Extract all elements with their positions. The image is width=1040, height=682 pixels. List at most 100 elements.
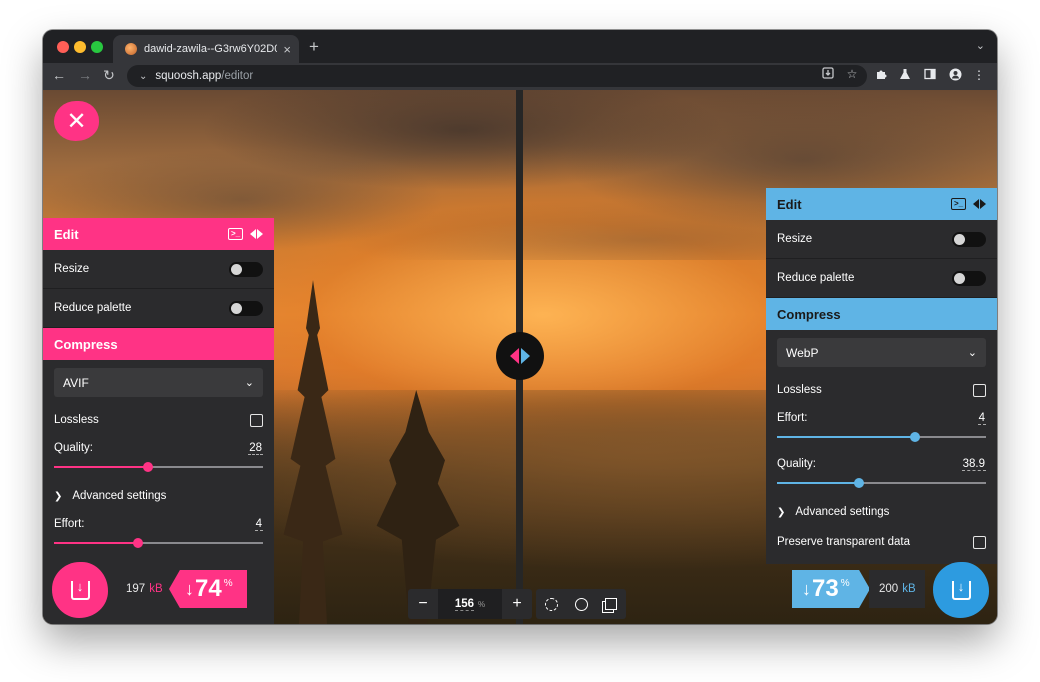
close-editor-button[interactable]: ✕ <box>54 101 99 141</box>
right-effort-control: Effort: 4 <box>766 405 997 451</box>
labs-flask-icon[interactable] <box>896 68 914 83</box>
terminal-icon[interactable]: >_ <box>951 198 966 210</box>
left-resize-label: Resize <box>54 263 90 275</box>
right-codec-value: WebP <box>786 345 819 360</box>
left-reduce-palette-row: Reduce palette <box>43 289 274 328</box>
profile-avatar-icon[interactable] <box>946 68 964 84</box>
tab-strip: dawid-zawila--G3rw6Y02D0-u × + ⌄ <box>43 30 997 63</box>
right-quality-slider[interactable] <box>777 477 986 489</box>
tab-search-icon[interactable]: ⌄ <box>976 39 985 52</box>
slider-thumb[interactable] <box>909 432 920 442</box>
url-host: squoosh.app <box>155 70 222 82</box>
chevron-down-icon: ⌄ <box>967 347 977 359</box>
install-app-icon[interactable] <box>819 67 837 82</box>
right-reduce-palette-toggle[interactable] <box>952 270 986 286</box>
bookmark-star-icon[interactable]: ☆ <box>843 67 861 81</box>
right-effort-label: Effort: <box>777 412 808 424</box>
side-panel-icon[interactable] <box>921 68 939 83</box>
copy-settings-icon[interactable] <box>250 229 263 239</box>
left-quality-control: Quality: 28 <box>43 435 274 481</box>
left-resize-toggle[interactable] <box>229 261 263 277</box>
left-lossless-checkbox[interactable] <box>250 413 263 427</box>
right-lossless-label: Lossless <box>777 384 822 396</box>
right-resize-label: Resize <box>777 233 813 245</box>
left-compress-header: Compress <box>43 328 274 360</box>
right-lossless-row: Lossless <box>766 375 997 405</box>
tab-title: dawid-zawila--G3rw6Y02D0-u <box>144 43 278 55</box>
right-preserve-label: Preserve transparent data <box>777 536 910 548</box>
right-reduce-palette-row: Reduce palette <box>766 259 997 298</box>
right-download-button[interactable]: ↓ <box>933 562 989 618</box>
copy-settings-icon[interactable] <box>973 199 986 209</box>
left-lossless-label: Lossless <box>54 414 99 426</box>
arrow-left-icon <box>510 348 519 364</box>
left-reduce-palette-toggle[interactable] <box>229 300 263 316</box>
left-size-value: 197 <box>126 583 146 595</box>
address-bar[interactable]: ⌄ squoosh.app /editor ☆ <box>127 65 867 87</box>
rotate-button[interactable] <box>536 589 566 619</box>
background-toggle-button[interactable] <box>566 589 596 619</box>
left-reduce-palette-label: Reduce palette <box>54 302 132 314</box>
browser-menu-icon[interactable]: ⋮ <box>970 68 988 82</box>
tab-close-icon[interactable]: × <box>283 42 291 57</box>
chevron-right-icon: ❯ <box>777 506 786 518</box>
right-preserve-checkbox[interactable] <box>973 535 986 549</box>
right-compress-title: Compress <box>777 306 841 322</box>
zoom-in-button[interactable]: + <box>502 589 532 619</box>
left-edit-title: Edit <box>54 226 79 242</box>
right-quality-input[interactable]: 38.9 <box>961 458 986 471</box>
left-resize-row: Resize <box>43 250 274 289</box>
terminal-icon[interactable]: >_ <box>228 228 243 240</box>
left-savings-percent-sign: % <box>223 578 233 589</box>
reload-button[interactable]: ↻ <box>99 67 119 84</box>
right-options-panel: Edit >_ Resize Reduce palette Compress W… <box>766 188 997 564</box>
right-lossless-checkbox[interactable] <box>973 383 986 397</box>
right-file-size: 200 kB <box>869 570 925 608</box>
slider-thumb[interactable] <box>143 462 154 472</box>
right-resize-toggle[interactable] <box>952 231 986 247</box>
left-download-button[interactable]: ↓ <box>52 562 108 618</box>
forward-button[interactable]: → <box>75 67 95 83</box>
down-arrow-icon: ↓ <box>802 578 811 599</box>
compare-slider-handle[interactable] <box>496 332 544 380</box>
zoom-out-button[interactable]: − <box>408 589 438 619</box>
left-savings-badge: ↓ 74 % <box>169 570 247 608</box>
right-advanced-settings-toggle[interactable]: ❯ Advanced settings <box>766 497 997 527</box>
left-advanced-settings-toggle[interactable]: ❯ Advanced settings <box>43 481 274 511</box>
right-effort-input[interactable]: 4 <box>977 412 986 425</box>
crop-fit-button[interactable] <box>596 589 626 619</box>
right-resize-row: Resize <box>766 220 997 259</box>
right-compress-header: Compress <box>766 298 997 330</box>
left-advanced-label: Advanced settings <box>72 490 167 502</box>
site-info-icon[interactable]: ⌄ <box>139 71 147 82</box>
arrow-right-icon <box>521 348 530 364</box>
left-quality-input[interactable]: 28 <box>248 442 263 455</box>
slider-thumb[interactable] <box>132 538 143 548</box>
maximize-window-button[interactable] <box>91 41 103 53</box>
zoom-input[interactable]: 156 % <box>438 589 502 619</box>
right-quality-control: Quality: 38.9 <box>766 451 997 497</box>
back-button[interactable]: ← <box>49 67 69 83</box>
left-size-unit: kB <box>149 583 163 595</box>
minimize-window-button[interactable] <box>74 41 86 53</box>
left-effort-input[interactable]: 4 <box>254 518 263 531</box>
right-size-value: 200 <box>879 583 899 595</box>
left-codec-select[interactable]: AVIF ⌄ <box>54 368 263 397</box>
image-compare-viewport[interactable]: ✕ Edit >_ Resize Reduce palette Compress <box>43 90 997 624</box>
right-codec-select[interactable]: WebP ⌄ <box>777 338 986 367</box>
close-window-button[interactable] <box>57 41 69 53</box>
right-effort-slider[interactable] <box>777 431 986 443</box>
left-effort-control: Effort: 4 <box>43 511 274 557</box>
left-lossless-row: Lossless <box>43 405 274 435</box>
left-effort-slider[interactable] <box>54 537 263 549</box>
circle-icon <box>574 597 588 611</box>
extensions-puzzle-icon[interactable] <box>872 68 890 83</box>
right-edit-header: Edit >_ <box>766 188 997 220</box>
new-tab-button[interactable]: + <box>309 37 319 57</box>
left-quality-slider[interactable] <box>54 461 263 473</box>
left-quality-label: Quality: <box>54 442 93 454</box>
browser-tab[interactable]: dawid-zawila--G3rw6Y02D0-u × <box>113 35 299 63</box>
right-preserve-row: Preserve transparent data <box>766 527 997 557</box>
slider-thumb[interactable] <box>853 478 864 488</box>
crop-icon <box>605 598 617 610</box>
